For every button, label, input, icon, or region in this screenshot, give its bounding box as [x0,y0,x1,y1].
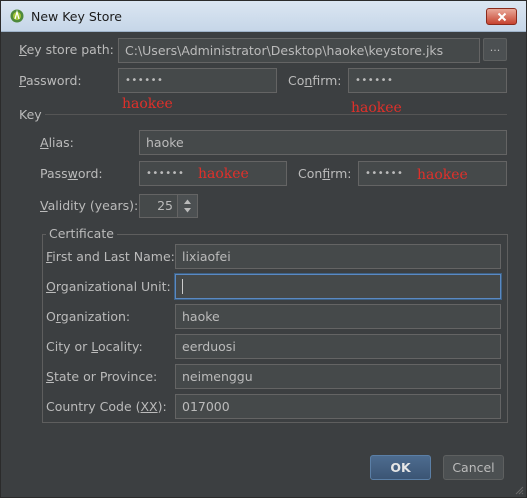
text-caret [182,279,183,294]
keystore-password-field[interactable]: •••••• [118,68,277,93]
city-label: City or Locality: [46,339,143,354]
state-label: State or Province: [46,369,158,384]
org-unit-field[interactable] [175,274,501,299]
android-studio-icon [10,9,24,23]
ok-button[interactable]: OK [370,455,431,480]
key-password-label: Password: [40,166,103,181]
validity-value[interactable]: 25 [139,194,178,218]
resize-grip-icon[interactable] [514,485,524,495]
key-store-path-field[interactable]: C:\Users\Administrator\Desktop\haoke\key… [118,38,480,63]
key-confirm-label: Confirm: [298,166,352,181]
organization-label: Organization: [46,309,131,324]
org-unit-label: Organizational Unit: [46,279,171,294]
organization-field[interactable]: haoke [175,304,501,329]
keystore-confirm-field[interactable]: •••••• [348,68,507,93]
first-last-name-field[interactable]: lixiaofei [175,244,501,269]
close-button[interactable] [486,8,517,25]
validity-spinner[interactable]: 25 [139,194,198,218]
new-key-store-dialog: New Key Store Key store path: C:\Users\A… [0,0,527,498]
validity-spinner-arrows[interactable] [177,194,198,218]
alias-label: Alias: [40,135,74,150]
country-code-field[interactable]: 017000 [175,394,501,419]
key-group-divider [45,114,507,115]
annotation-keystore-password: haokee [122,96,173,112]
annotation-key-password: haokee [198,166,249,182]
city-field[interactable]: eerduosi [175,334,501,359]
alias-field[interactable]: haoke [139,130,507,155]
window-title: New Key Store [31,9,122,24]
validity-label: Validity (years): [40,198,139,213]
first-last-name-label: First and Last Name: [46,249,175,264]
close-icon [497,12,507,22]
title-bar: New Key Store [1,1,526,32]
key-group-label: Key [19,107,42,122]
key-store-path-label: Key store path: [19,42,114,57]
cancel-button[interactable]: Cancel [443,455,504,480]
state-field[interactable]: neimenggu [175,364,501,389]
spinner-up-down-icon [184,199,191,213]
annotation-key-confirm: haokee [417,167,468,183]
country-code-label: Country Code (XX): [46,399,167,414]
certificate-group-label: Certificate [46,226,117,241]
keystore-confirm-label: Confirm: [288,73,342,88]
keystore-password-label: Password: [19,73,82,88]
browse-button[interactable]: ... [483,38,507,61]
